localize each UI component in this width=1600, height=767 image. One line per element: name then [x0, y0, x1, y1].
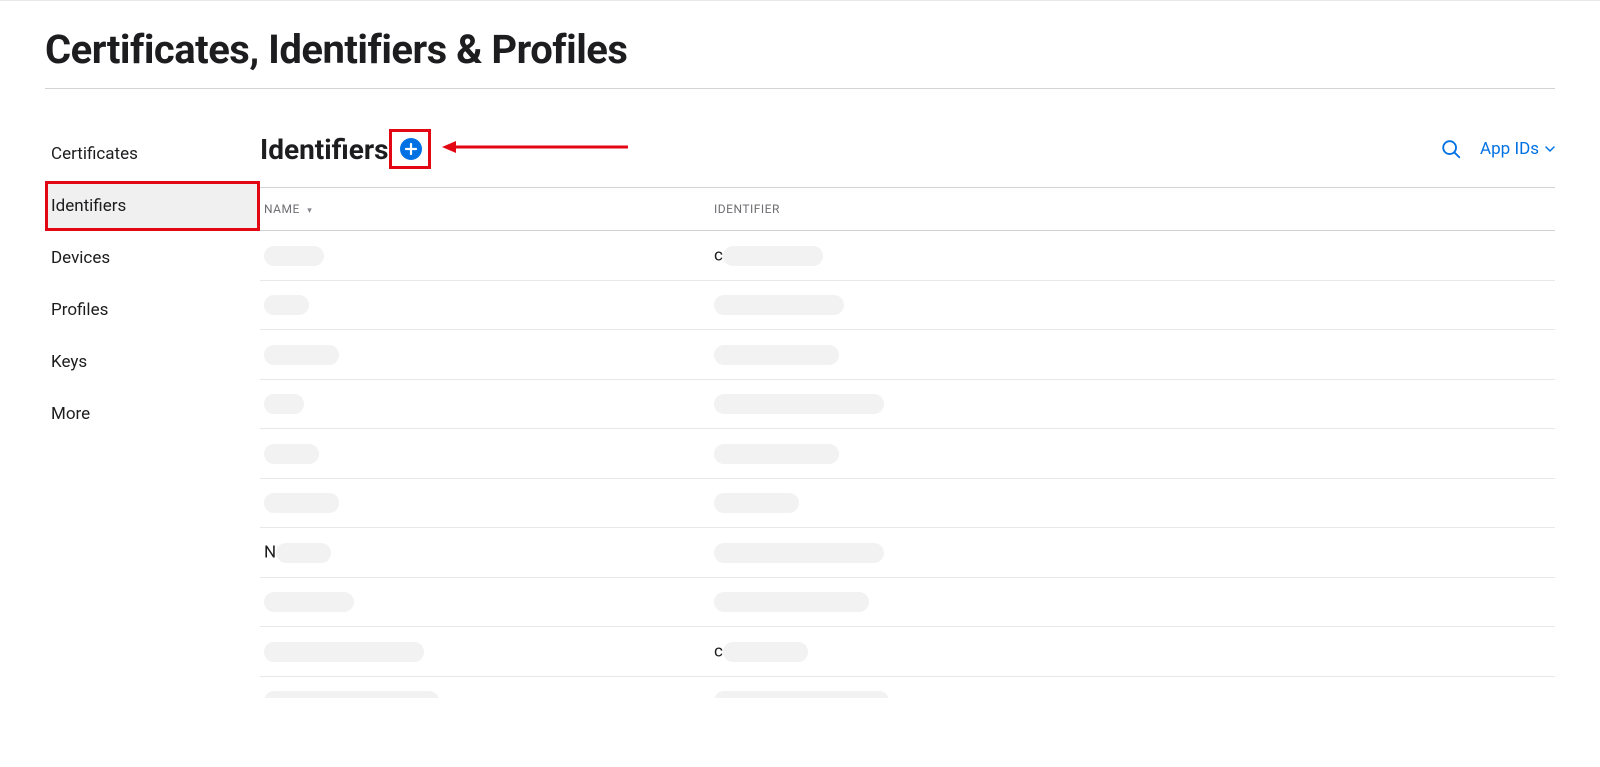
table-row[interactable] — [260, 577, 1555, 627]
filter-label: App IDs — [1480, 139, 1539, 159]
table-row[interactable] — [260, 429, 1555, 479]
cell-name — [260, 577, 710, 627]
cell-identifier — [710, 429, 1555, 479]
redacted-value — [264, 592, 354, 612]
cell-identifier — [710, 379, 1555, 429]
cell-name — [260, 478, 710, 528]
table-row[interactable] — [260, 478, 1555, 528]
redacted-value — [723, 642, 808, 662]
redacted-value — [714, 592, 869, 612]
identifiers-table-scroll[interactable]: NAME ▾ IDENTIFIER cNc — [260, 188, 1555, 698]
chevron-down-icon — [1545, 144, 1555, 154]
redacted-value — [264, 642, 424, 662]
filter-dropdown[interactable]: App IDs — [1480, 139, 1555, 159]
redacted-value — [714, 444, 839, 464]
table-row[interactable]: c — [260, 627, 1555, 677]
redacted-value — [264, 246, 324, 266]
main-content: Identifiers — [260, 129, 1555, 698]
redacted-value — [714, 543, 884, 563]
table-row[interactable] — [260, 676, 1555, 698]
cell-name — [260, 330, 710, 380]
cell-identifier: c — [710, 627, 1555, 677]
redacted-value — [276, 543, 331, 563]
column-header-name[interactable]: NAME ▾ — [260, 188, 710, 231]
table-row[interactable] — [260, 379, 1555, 429]
page-title: Certificates, Identifiers & Profiles — [45, 26, 1555, 89]
redacted-value — [714, 691, 889, 698]
redacted-value — [723, 246, 823, 266]
column-header-identifier[interactable]: IDENTIFIER — [710, 188, 1555, 231]
cell-identifier — [710, 528, 1555, 578]
redacted-value — [264, 493, 339, 513]
table-row[interactable]: c — [260, 231, 1555, 281]
redacted-value — [714, 394, 884, 414]
cell-name — [260, 280, 710, 330]
annotation-highlight-add — [389, 129, 431, 169]
table-row[interactable] — [260, 330, 1555, 380]
sidebar-item-more[interactable]: More — [45, 389, 260, 439]
section-title: Identifiers — [260, 133, 389, 166]
cell-name — [260, 231, 710, 281]
redacted-value — [264, 691, 439, 698]
redacted-value — [714, 295, 844, 315]
add-identifier-button[interactable] — [400, 138, 422, 160]
cell-name — [260, 429, 710, 479]
cell-identifier — [710, 478, 1555, 528]
search-icon[interactable] — [1440, 138, 1462, 160]
cell-identifier — [710, 280, 1555, 330]
cell-name — [260, 676, 710, 698]
table-row[interactable]: N — [260, 528, 1555, 578]
cell-identifier — [710, 577, 1555, 627]
redacted-value — [264, 345, 339, 365]
redacted-value — [264, 394, 304, 414]
redacted-value — [264, 444, 319, 464]
sidebar: Certificates Identifiers Devices Profile… — [45, 129, 260, 698]
redacted-value — [714, 345, 839, 365]
sidebar-item-keys[interactable]: Keys — [45, 337, 260, 387]
cell-name: N — [260, 528, 710, 578]
cell-name — [260, 379, 710, 429]
annotation-arrow — [440, 137, 630, 157]
table-row[interactable] — [260, 280, 1555, 330]
identifiers-table: NAME ▾ IDENTIFIER cNc — [260, 188, 1555, 698]
plus-icon — [404, 142, 418, 156]
redacted-value — [264, 295, 309, 315]
cell-identifier — [710, 330, 1555, 380]
cell-identifier: c — [710, 231, 1555, 281]
sidebar-item-profiles[interactable]: Profiles — [45, 285, 260, 335]
cell-name — [260, 627, 710, 677]
sidebar-item-certificates[interactable]: Certificates — [45, 129, 260, 179]
cell-identifier — [710, 676, 1555, 698]
sidebar-item-devices[interactable]: Devices — [45, 233, 260, 283]
column-identifier-label: IDENTIFIER — [714, 202, 780, 216]
sidebar-item-identifiers[interactable]: Identifiers — [45, 181, 260, 231]
sort-icon: ▾ — [307, 206, 312, 216]
redacted-value — [714, 493, 799, 513]
column-name-label: NAME — [264, 202, 300, 216]
